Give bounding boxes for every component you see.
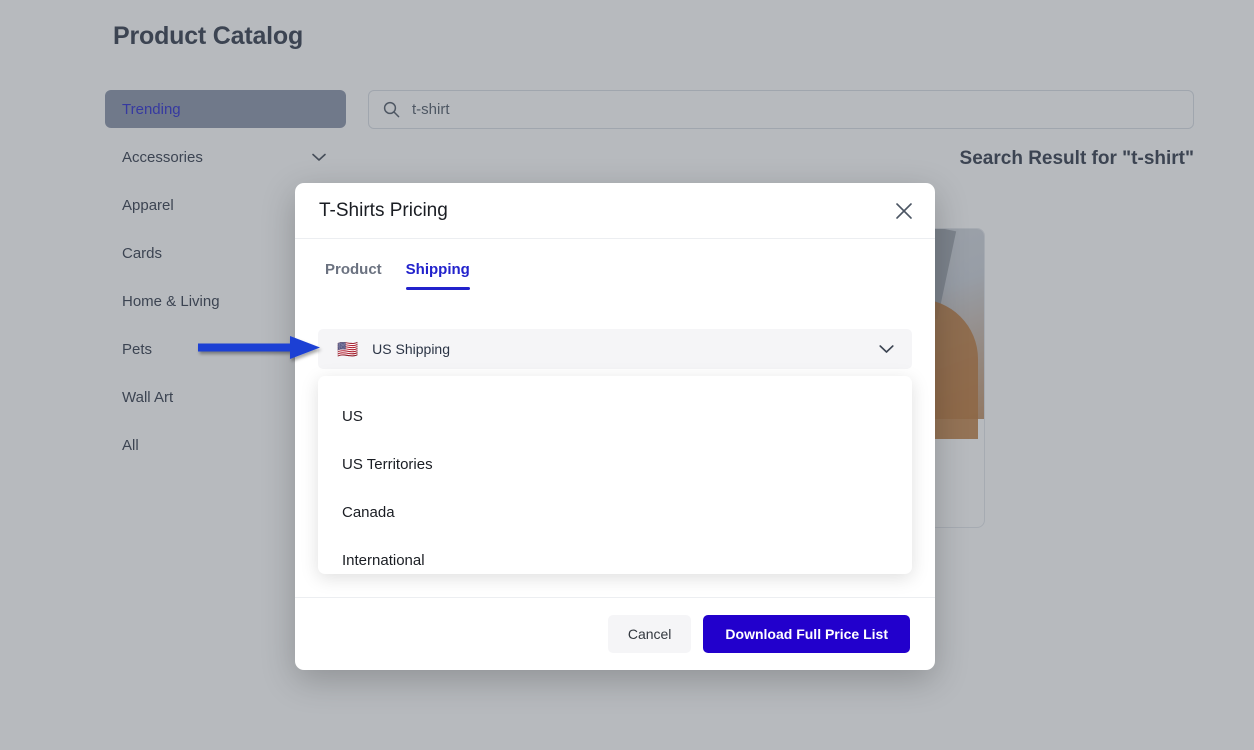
shipping-region-value: US Shipping (372, 341, 865, 357)
dropdown-option-us[interactable]: US (318, 392, 912, 440)
shipping-region-select[interactable]: 🇺🇸 US Shipping (318, 329, 912, 369)
close-icon[interactable] (893, 200, 915, 222)
dropdown-option-us-territories[interactable]: US Territories (318, 440, 912, 488)
download-full-price-list-button[interactable]: Download Full Price List (703, 615, 910, 653)
modal-title: T-Shirts Pricing (319, 200, 448, 222)
modal-tabs: Product Shipping (295, 239, 935, 290)
dropdown-option-canada[interactable]: Canada (318, 488, 912, 536)
tab-product[interactable]: Product (325, 261, 382, 290)
pricing-modal: T-Shirts Pricing Product Shipping 🇺🇸 US … (295, 183, 935, 670)
modal-footer: Cancel Download Full Price List (295, 597, 935, 670)
dropdown-option-international[interactable]: International (318, 536, 912, 584)
tab-shipping[interactable]: Shipping (406, 261, 470, 290)
chevron-down-icon[interactable] (879, 344, 894, 354)
shipping-region-dropdown: US US Territories Canada International (318, 376, 912, 574)
cancel-button[interactable]: Cancel (608, 615, 692, 653)
modal-header: T-Shirts Pricing (295, 183, 935, 239)
us-flag-icon: 🇺🇸 (337, 341, 358, 358)
